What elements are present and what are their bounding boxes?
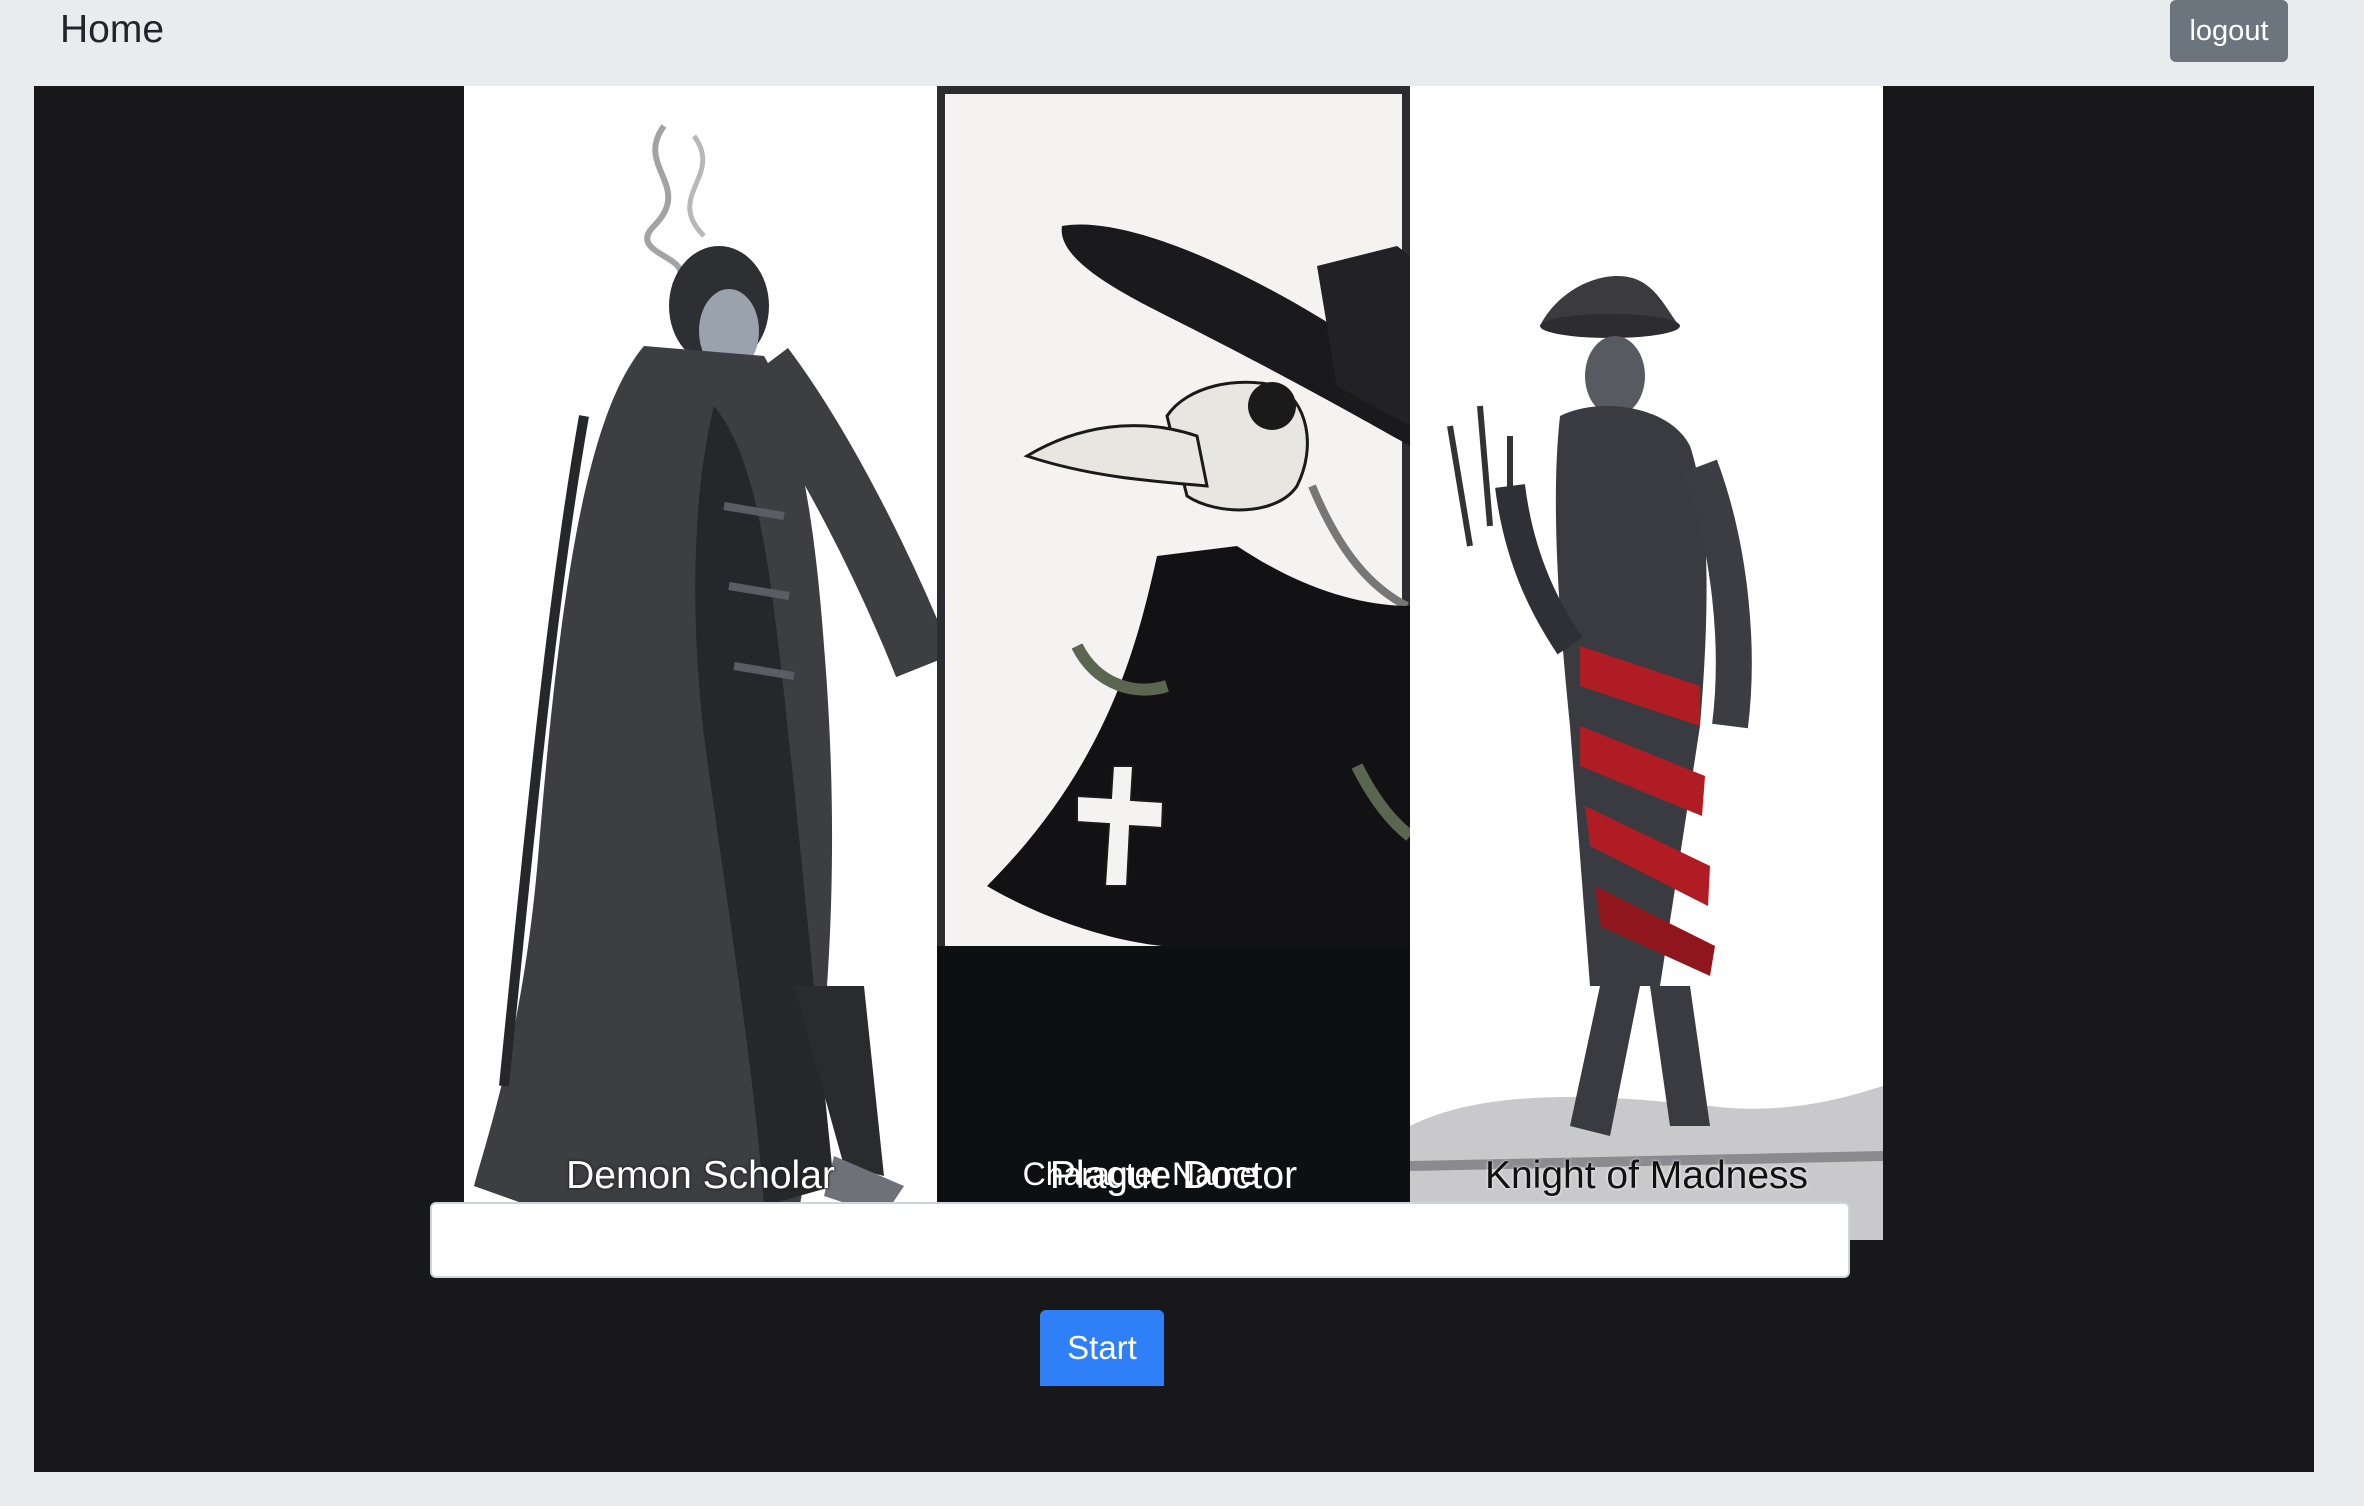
- character-name-input[interactable]: [430, 1202, 1850, 1278]
- character-card-plague-doctor[interactable]: Plague Doctor: [937, 86, 1410, 1240]
- character-card-demon-scholar[interactable]: Demon Scholar: [464, 86, 937, 1240]
- character-cards: Demon Scholar Plague Doctor Knight of Ma…: [464, 86, 1884, 1240]
- character-name-field-label: Character Name: [1022, 1156, 1258, 1192]
- demon-scholar-illustration: [474, 124, 937, 1236]
- logout-button[interactable]: logout: [2170, 0, 2288, 62]
- character-card-knight-of-madness[interactable]: Knight of Madness: [1410, 86, 1883, 1240]
- knight-of-madness-illustration: [1410, 276, 1883, 1240]
- start-button[interactable]: Start: [1040, 1310, 1164, 1386]
- navbar: Home logout: [0, 0, 2364, 86]
- plague-doctor-illustration: [937, 224, 1410, 1240]
- home-link[interactable]: Home: [60, 6, 164, 54]
